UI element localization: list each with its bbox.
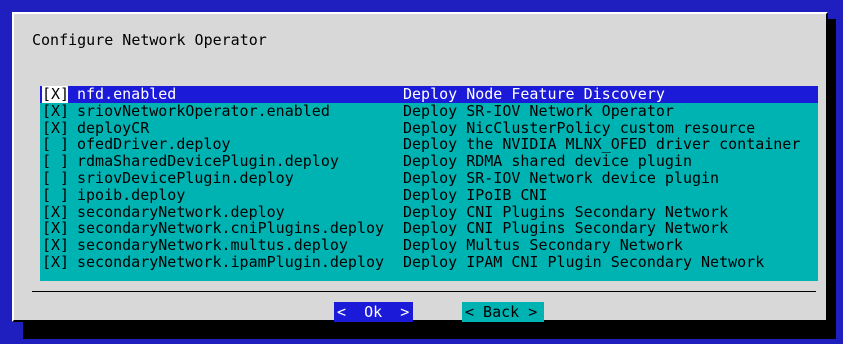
ok-button[interactable]: < Ok > [334,302,413,322]
item-name: rdmaSharedDevicePlugin.deploy [77,152,339,171]
checkbox[interactable]: [X] [42,237,69,254]
item-description: Deploy Node Feature Discovery [403,85,665,103]
item-name: secondaryNetwork.cniPlugins.deploy [77,219,385,238]
checklist-item[interactable]: [X] secondaryNetwork.ipamPlugin.deploy D… [40,254,818,271]
item-name: nfd.enabled [77,85,177,103]
item-description: Deploy the NVIDIA MLNX_OFED driver conta… [403,135,801,154]
checkbox[interactable]: [X] [42,102,69,120]
checklist-item[interactable]: [X] secondaryNetwork.cniPlugins.deploy D… [40,220,818,237]
checklist-item[interactable]: [X] nfd.enabled Deploy Node Feature Disc… [40,86,818,103]
item-name: ipoib.deploy [77,185,186,204]
checkbox[interactable]: [ ] [42,153,69,170]
checkbox[interactable]: [X] [42,203,69,221]
checkbox[interactable]: [ ] [42,186,69,204]
checklist-item[interactable]: [X] secondaryNetwork.multus.deploy Deplo… [40,237,818,254]
item-description: Deploy IPoIB CNI [403,185,548,204]
item-name: sriovDevicePlugin.deploy [77,168,294,187]
checkbox[interactable]: [ ] [42,170,69,187]
item-name: ofedDriver.deploy [77,135,231,154]
item-description: Deploy CNI Plugins Secondary Network [403,202,729,221]
checklist-item[interactable]: [ ] sriovDevicePlugin.deploy Deploy SR-I… [40,170,818,187]
checklist-item[interactable]: [X] deployCR Deploy NicClusterPolicy cus… [40,118,818,137]
separator [32,291,816,292]
item-name: deployCR [77,118,150,137]
item-description: Deploy SR-IOV Network Operator [403,101,674,120]
checkbox[interactable]: [X] [42,119,69,137]
checklist-item[interactable]: [ ] rdmaSharedDevicePlugin.deploy Deploy… [40,153,818,170]
item-description: Deploy Multus Secondary Network [403,236,683,255]
item-description: Deploy IPAM CNI Plugin Secondary Network [403,252,765,271]
checkbox[interactable]: [X] [42,86,69,103]
back-button[interactable]: < Back > [462,302,544,322]
checklist: [X] nfd.enabled Deploy Node Feature Disc… [40,86,818,281]
item-name: secondaryNetwork.ipamPlugin.deploy [77,252,385,271]
item-description: Deploy CNI Plugins Secondary Network [403,219,729,238]
checklist-item[interactable]: [X] secondaryNetwork.deploy Deploy CNI P… [40,202,818,221]
checklist-item[interactable]: [ ] ofedDriver.deploy Deploy the NVIDIA … [40,136,818,153]
item-description: Deploy SR-IOV Network device plugin [403,168,720,187]
item-name: secondaryNetwork.deploy [77,202,285,221]
item-description: Deploy RDMA shared device plugin [403,152,692,171]
checklist-item[interactable]: [ ] ipoib.deploy Deploy IPoIB CNI [40,185,818,204]
item-name: secondaryNetwork.multus.deploy [77,236,348,255]
configure-dialog: Configure Network Operator [X] nfd.enabl… [12,12,828,322]
checkbox[interactable]: [X] [42,220,69,237]
item-description: Deploy NicClusterPolicy custom resource [403,118,756,137]
checklist-item[interactable]: [X] sriovNetworkOperator.enabled Deploy … [40,101,818,120]
dialog-title: Configure Network Operator [32,31,267,49]
item-name: sriovNetworkOperator.enabled [77,101,330,120]
checkbox[interactable]: [X] [42,254,69,271]
checkbox[interactable]: [ ] [42,136,69,153]
